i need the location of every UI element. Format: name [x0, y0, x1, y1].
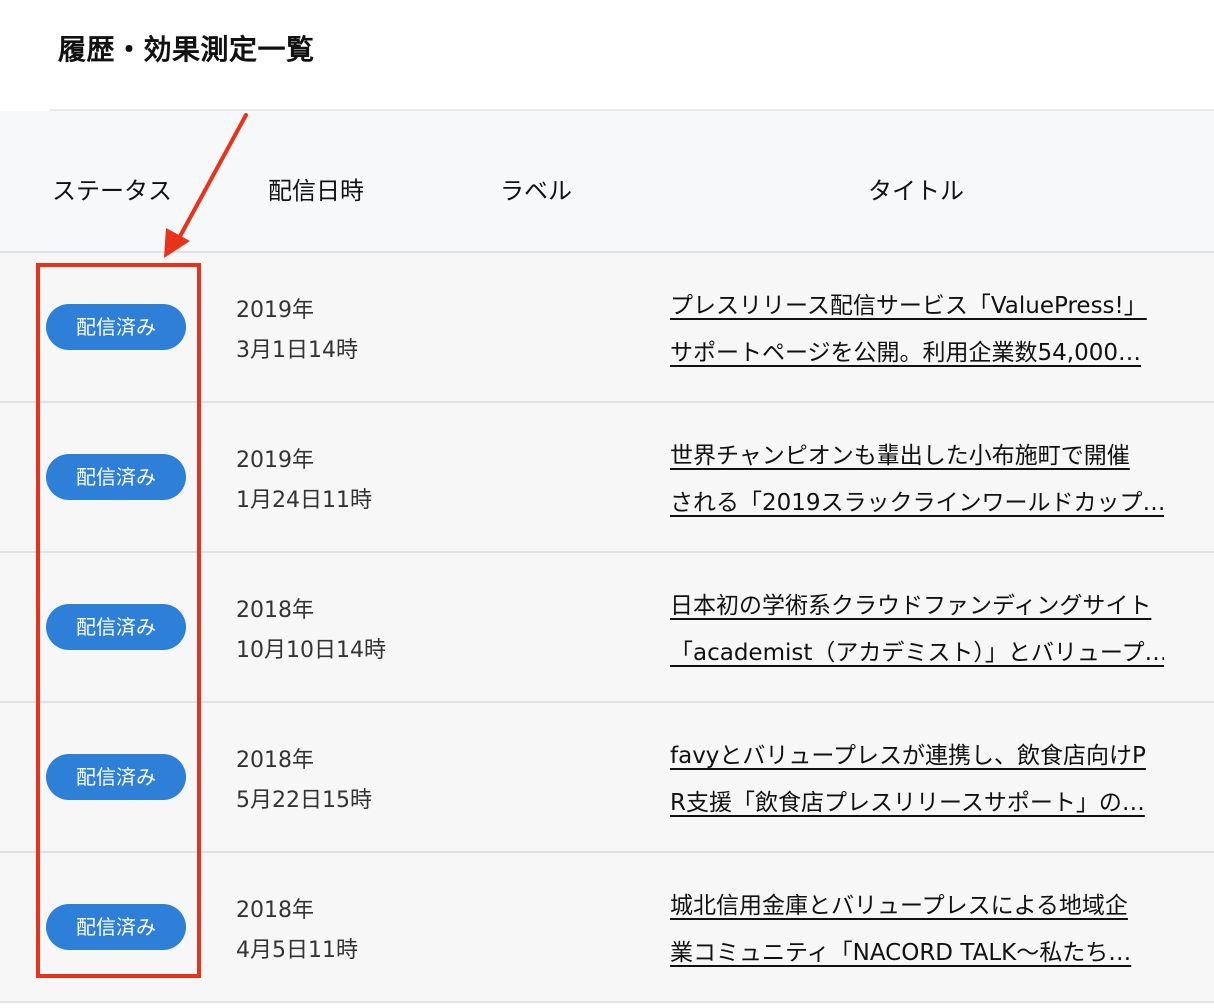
- release-title-link[interactable]: 世界チャンピオンも輩出した小布施町で開催 される「2019スラックラインワールド…: [670, 433, 1164, 527]
- release-title-link[interactable]: favyとバリュープレスが連携し、飲食店向けP R支援「飲食店プレスリリースサポ…: [670, 733, 1164, 827]
- column-header-title: タイトル: [868, 177, 964, 205]
- table-row: 配信済み 2018年 5月22日15時 favyとバリュープレスが連携し、飲食店…: [0, 703, 1214, 853]
- title-line: 世界チャンピオンも輩出した小布施町で開催: [670, 443, 1130, 469]
- delivery-date: 2018年 10月10日14時: [236, 591, 386, 671]
- history-page: 履歴・効果測定一覧 ステータス 配信日時 ラベル タイトル 配信済み 2019年…: [0, 0, 1214, 1008]
- title-line: プレスリリース配信サービス「ValuePress!」: [670, 293, 1147, 319]
- delivery-time: 1月24日11時: [236, 488, 372, 513]
- delivery-year: 2019年: [236, 448, 314, 473]
- status-badge: 配信済み: [46, 604, 186, 650]
- title-line: R支援「飲食店プレスリリースサポート」の…: [670, 790, 1145, 816]
- delivery-year: 2018年: [236, 598, 314, 623]
- release-title-link[interactable]: プレスリリース配信サービス「ValuePress!」 サポートページを公開。利用…: [670, 283, 1164, 377]
- table-body: 配信済み 2019年 3月1日14時 プレスリリース配信サービス「ValuePr…: [0, 253, 1214, 1003]
- delivery-date: 2018年 4月5日11時: [236, 891, 358, 971]
- table-row: 配信済み 2019年 3月1日14時 プレスリリース配信サービス「ValuePr…: [0, 253, 1214, 403]
- column-header-date: 配信日時: [268, 177, 364, 205]
- column-header-status: ステータス: [52, 177, 172, 205]
- status-badge: 配信済み: [46, 454, 186, 500]
- delivery-year: 2018年: [236, 898, 314, 923]
- delivery-date: 2018年 5月22日15時: [236, 741, 372, 821]
- title-line: 業コミュニティ「NACORD TALK～私たち…: [670, 940, 1132, 966]
- delivery-time: 5月22日15時: [236, 788, 372, 813]
- table-header: ステータス 配信日時 ラベル タイトル: [0, 111, 1214, 253]
- status-badge: 配信済み: [46, 304, 186, 350]
- delivery-time: 4月5日11時: [236, 938, 358, 963]
- delivery-year: 2018年: [236, 748, 314, 773]
- delivery-year: 2019年: [236, 298, 314, 323]
- title-line: される「2019スラックラインワールドカップ…: [670, 490, 1164, 516]
- title-line: 城北信用金庫とバリュープレスによる地域企: [670, 893, 1128, 919]
- page-title: 履歴・効果測定一覧: [58, 33, 315, 66]
- status-badge: 配信済み: [46, 754, 186, 800]
- release-title-link[interactable]: 日本初の学術系クラウドファンディングサイト 「academist（アカデミスト）…: [670, 583, 1164, 677]
- status-badge: 配信済み: [46, 904, 186, 950]
- title-line: 日本初の学術系クラウドファンディングサイト: [670, 593, 1152, 619]
- title-line: favyとバリュープレスが連携し、飲食店向けP: [670, 743, 1146, 769]
- release-title-link[interactable]: 城北信用金庫とバリュープレスによる地域企 業コミュニティ「NACORD TALK…: [670, 883, 1164, 977]
- table-row: 配信済み 2019年 1月24日11時 世界チャンピオンも輩出した小布施町で開催…: [0, 403, 1214, 553]
- delivery-date: 2019年 1月24日11時: [236, 441, 372, 521]
- table-row: 配信済み 2018年 4月5日11時 城北信用金庫とバリュープレスによる地域企 …: [0, 853, 1214, 1003]
- delivery-time: 3月1日14時: [236, 338, 358, 363]
- column-header-label: ラベル: [500, 177, 572, 205]
- title-line: サポートページを公開。利用企業数54,000…: [670, 340, 1142, 366]
- title-line: 「academist（アカデミスト）」とバリュープ…: [670, 640, 1164, 666]
- delivery-time: 10月10日14時: [236, 638, 386, 663]
- table-row: 配信済み 2018年 10月10日14時 日本初の学術系クラウドファンディングサ…: [0, 553, 1214, 703]
- delivery-date: 2019年 3月1日14時: [236, 291, 358, 371]
